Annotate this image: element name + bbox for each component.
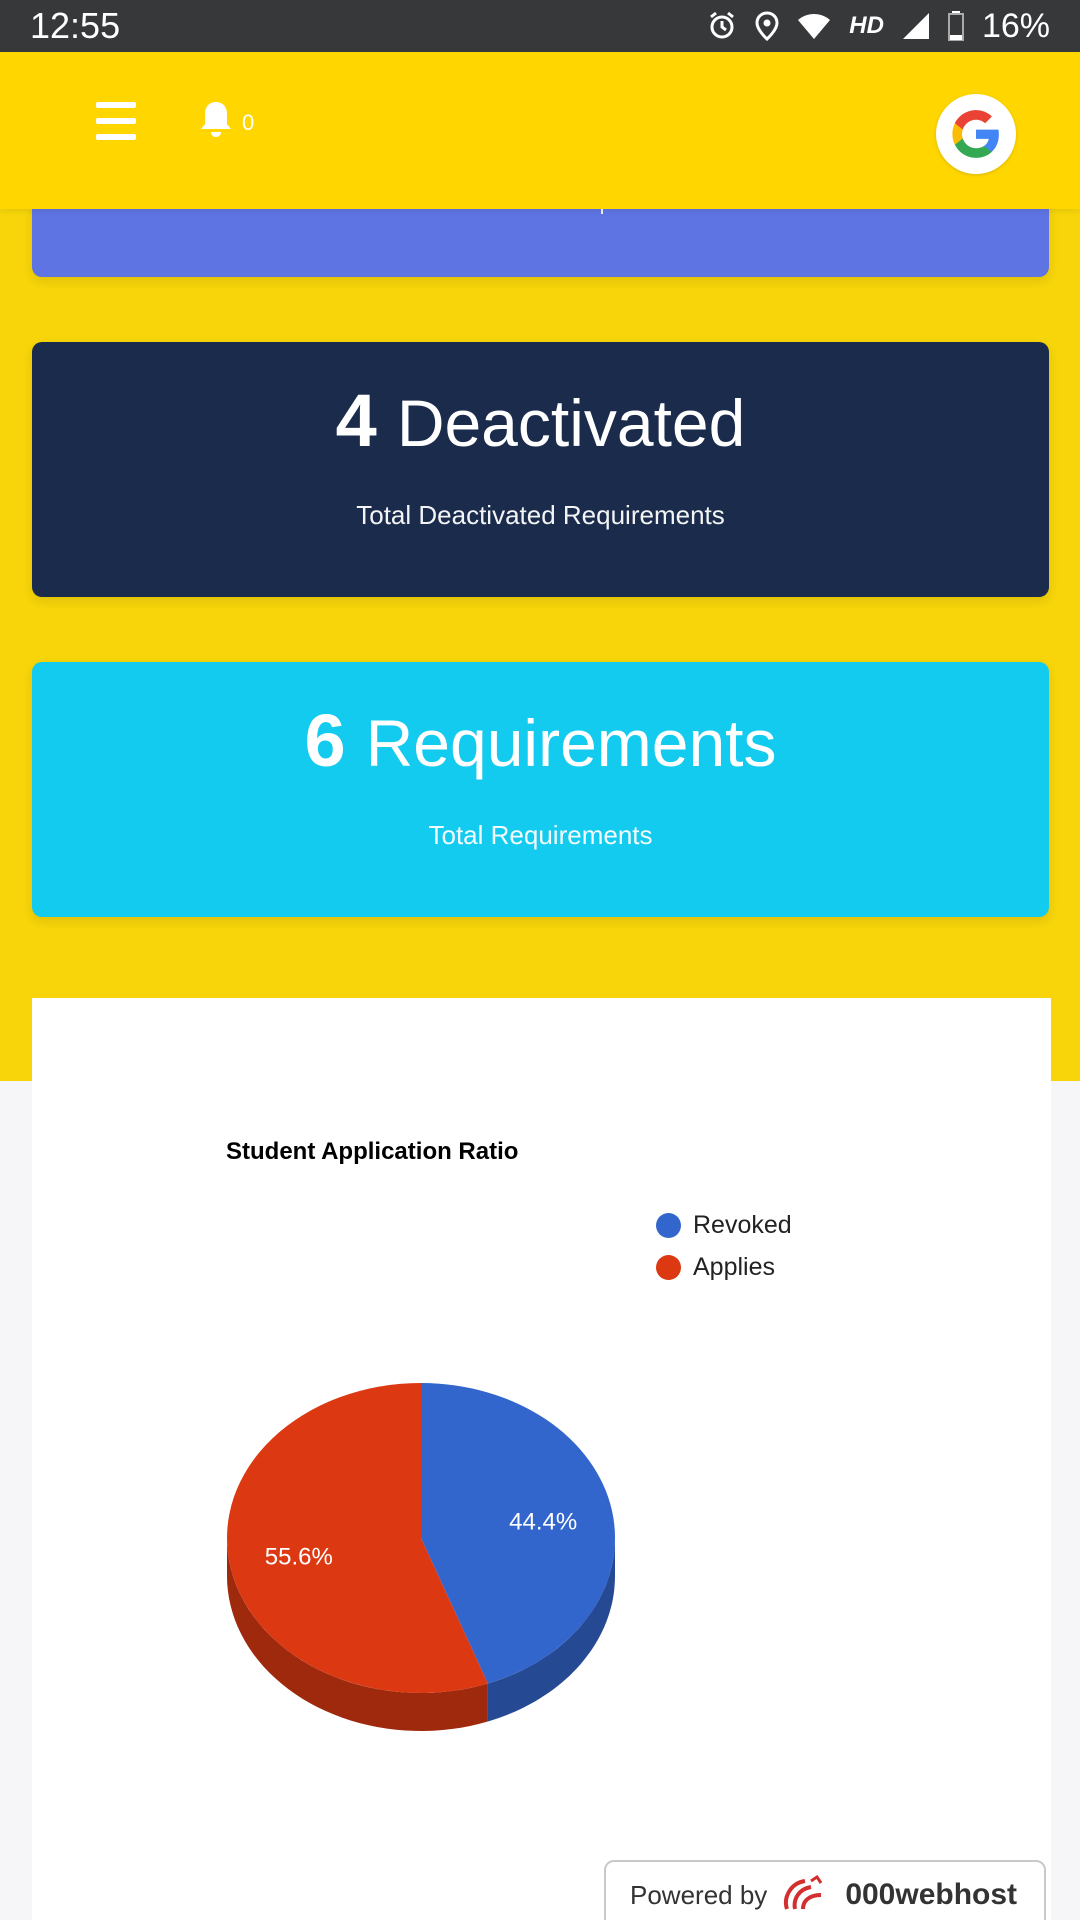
network-label: HD: [849, 12, 884, 39]
pie-label-applies: 55.6%: [265, 1543, 333, 1570]
top-app-bar: 0: [0, 52, 1080, 209]
powered-by-badge[interactable]: Powered by 000webhost: [604, 1860, 1046, 1920]
notifications-button[interactable]: 0: [200, 100, 254, 138]
deactivated-count: 4: [335, 379, 377, 462]
bell-icon: [201, 102, 231, 137]
menu-icon-line: [96, 102, 136, 108]
alarm-icon: [710, 11, 735, 39]
webhost-logo-icon: [784, 1875, 823, 1910]
total-subtitle: Total Requirements: [428, 820, 653, 850]
card-headline: 6 Requirements: [32, 704, 1049, 778]
total-count: 6: [304, 699, 346, 782]
pie-chart: 44.4% 55.6%: [227, 1383, 616, 1731]
battery-icon: [947, 11, 964, 41]
stat-card-total: 6 Requirements Total Requirements: [32, 662, 1049, 917]
wifi-icon: [798, 14, 831, 39]
card-headline: 4 Deactivated: [32, 384, 1049, 458]
powered-by-text: Powered by: [630, 1879, 768, 1910]
stat-card-deactivated: 4 Deactivated Total Deactivated Requireme…: [32, 342, 1049, 597]
chart-panel: Student Application Ratio Revoked Applies…: [32, 998, 1051, 1920]
status-icons: HD 16%: [707, 7, 1050, 46]
menu-button[interactable]: [96, 102, 136, 140]
total-label: Requirements: [365, 706, 777, 780]
pie-label-revoked: 44.4%: [509, 1509, 577, 1536]
status-time: 12:55: [30, 5, 121, 46]
deactivated-label: Deactivated: [396, 386, 746, 460]
status-bar: 12:55 HD 16%: [0, 0, 1080, 52]
menu-icon-line: [96, 118, 136, 124]
page: 12:55 HD 16% 0 4 Deactivated Total Deact…: [0, 0, 1080, 1920]
battery-level: 16%: [981, 6, 1050, 45]
deactivated-subtitle: Total Deactivated Requirements: [356, 500, 725, 530]
avatar[interactable]: [936, 94, 1016, 174]
stat-card-partial: [32, 200, 1049, 277]
menu-icon-line: [96, 134, 136, 140]
location-icon: [755, 11, 779, 41]
signal-icon: [902, 13, 929, 39]
brand-name: 000webhost: [845, 1878, 1018, 1911]
google-logo-icon: [952, 110, 999, 158]
notification-count: 0: [242, 110, 255, 135]
